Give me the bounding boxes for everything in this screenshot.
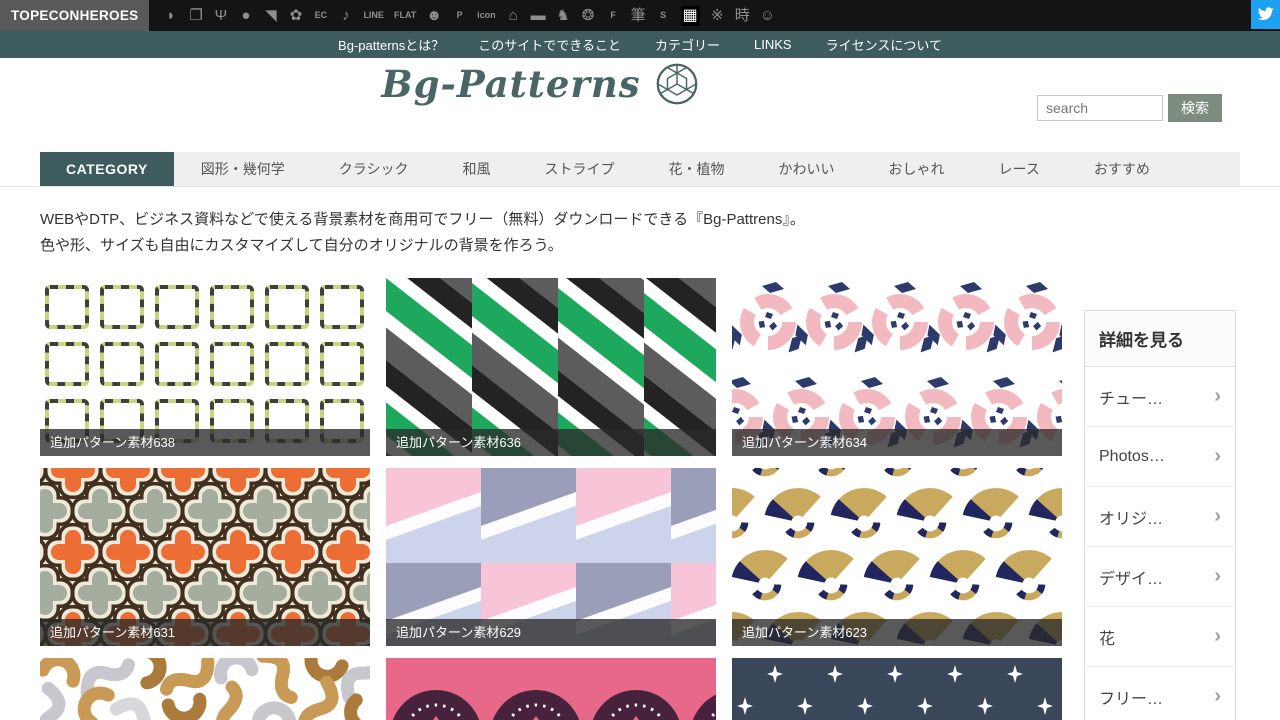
detail-sidebar: 詳細を見る チュー… › Photos… › オリジ… › デザイ… › 花 ›… [1084,310,1236,720]
tab-classic[interactable]: クラシック [312,152,436,186]
tab-recommended[interactable]: おすすめ [1067,152,1177,186]
sidebar-item-label: フリー… [1099,685,1163,709]
category-bar: CATEGORY 図形・幾何学 クラシック 和風 ストライプ 花・植物 かわいい… [40,152,1240,186]
twitter-bird-icon [1257,7,1274,22]
pattern-tile-paisley[interactable] [386,658,716,720]
tile-caption: 追加パターン素材629 [386,619,716,646]
sidebar-item-label: Photos… [1099,448,1165,466]
smiley-icon[interactable]: ☻ [426,8,442,23]
copy-icon[interactable]: ❐ [188,8,203,23]
pattern-tile-638[interactable]: 追加パターン素材638 [40,278,370,456]
site-logo[interactable]: Bg-Patterns [0,62,1080,106]
tile-caption: 追加パターン素材623 [732,619,1062,646]
intro-text: WEBやDTP、ビジネス資料などで使える背景素材を商用可でフリー（無料）ダウンロ… [40,207,805,259]
sidebar-item-free[interactable]: フリー… › [1085,667,1235,720]
chevron-right-icon: › [1214,625,1221,648]
banner-icon[interactable]: ▬ [531,8,546,23]
search-box: 検索 [1037,94,1222,122]
tile-caption: 追加パターン素材634 [732,429,1062,456]
tab-japanese[interactable]: 和風 [436,152,518,186]
pattern-grid-icon[interactable]: ▦ [681,6,700,26]
sidebar-item-label: チュー… [1099,385,1163,409]
intro-line-1: WEBやDTP、ビジネス資料などで使える背景素材を商用可でフリー（無料）ダウンロ… [40,207,805,233]
lace-circle-icon[interactable]: ❂ [581,8,596,23]
person-icon[interactable]: Ψ [213,8,228,23]
service-icon-row: ◗ ❐ Ψ ● ◥ ✿ EC ♪ LINE FLAT ☻ P icon ⌂ ▬ … [163,6,775,26]
pattern-tile-squiggles[interactable] [40,658,370,720]
flat-icon[interactable]: FLAT [394,11,416,20]
tab-stripe[interactable]: ストライプ [518,152,642,186]
tab-kawaii[interactable]: かわいい [752,152,862,186]
nav-category[interactable]: カテゴリー [655,35,720,54]
tab-oshare[interactable]: おしゃれ [862,152,972,186]
sidebar-item-label: オリジ… [1099,505,1163,529]
s-icon[interactable]: S [656,11,671,20]
chevron-right-icon: › [1214,685,1221,708]
top-service-bar: TOPECONHEROES ◗ ❐ Ψ ● ◥ ✿ EC ♪ LINE FLAT… [0,0,1280,31]
brush-kanji-icon[interactable]: 筆 [631,8,646,23]
p-badge-icon[interactable]: P [452,11,467,20]
flower-icon[interactable]: ✿ [288,8,303,23]
search-button[interactable]: 検索 [1168,94,1222,122]
pattern-tile-631[interactable]: 追加パターン素材631 [40,468,370,646]
nav-about[interactable]: Bg-patternsとは？ [338,35,444,54]
burst-icon[interactable]: ※ [710,8,725,23]
pattern-tile-629[interactable]: 追加パターン素材629 [386,468,716,646]
pattern-tile-sparkles[interactable] [732,658,1062,720]
tile-caption: 追加パターン素材638 [40,429,370,456]
face-icon[interactable]: ☺ [760,8,775,23]
bird-icon[interactable]: ♞ [556,8,571,23]
ec-icon[interactable]: EC [313,11,328,20]
pattern-tile-623[interactable]: 追加パターン素材623 [732,468,1062,646]
speech-bubble-icon[interactable]: ● [238,8,253,23]
pattern-tile-634[interactable]: 追加パターン素材634 [732,278,1062,456]
tile-caption: 追加パターン素材636 [386,429,716,456]
main-nav: Bg-patternsとは？ このサイトでできること カテゴリー LINKS ラ… [0,31,1280,58]
sidebar-item-tutorial[interactable]: チュー… › [1085,367,1235,427]
sidebar-item-flower[interactable]: 花 › [1085,607,1235,667]
nav-what-you-can-do[interactable]: このサイトでできること [478,35,621,54]
send-arrow-icon[interactable]: ◥ [263,8,278,23]
tile-caption: 追加パターン素材631 [40,619,370,646]
music-note-icon[interactable]: ♪ [338,8,353,23]
logo-mark-icon [655,62,699,106]
nav-links[interactable]: LINKS [754,37,792,52]
category-label[interactable]: CATEGORY [40,152,174,186]
sidebar-item-label: 花 [1099,625,1115,649]
page: TOPECONHEROES ◗ ❐ Ψ ● ◥ ✿ EC ♪ LINE FLAT… [0,0,1280,720]
sidebar-header: 詳細を見る [1085,311,1235,367]
tab-flower[interactable]: 花・植物 [642,152,752,186]
hippo-icon[interactable]: ◗ [163,8,178,23]
search-input[interactable] [1037,95,1163,121]
chevron-right-icon: › [1214,445,1221,468]
tab-lace[interactable]: レース [972,152,1067,186]
f-icon[interactable]: F [606,11,621,20]
chevron-right-icon: › [1214,565,1221,588]
time-kanji-icon[interactable]: 時 [735,8,750,23]
twitter-button[interactable] [1251,0,1280,29]
chevron-right-icon: › [1214,385,1221,408]
sidebar-item-original[interactable]: オリジ… › [1085,487,1235,547]
icon-text-icon[interactable]: icon [477,11,496,20]
sidebar-item-photoshop[interactable]: Photos… › [1085,427,1235,487]
line-icon[interactable]: LINE [363,11,384,20]
nav-license[interactable]: ライセンスについて [826,35,942,54]
divider [0,186,1280,187]
tab-geometry[interactable]: 図形・幾何学 [174,152,312,186]
sidebar-item-design[interactable]: デザイ… › [1085,547,1235,607]
topeconheroes-logo[interactable]: TOPECONHEROES [0,0,149,31]
chevron-right-icon: › [1214,505,1221,528]
building-icon[interactable]: ⌂ [506,8,521,23]
logo-text: Bg-Patterns [381,62,640,106]
pattern-tile-636[interactable]: 追加パターン素材636 [386,278,716,456]
sidebar-item-label: デザイ… [1099,565,1163,589]
intro-line-2: 色や形、サイズも自由にカスタマイズして自分のオリジナルの背景を作ろう。 [40,233,805,259]
